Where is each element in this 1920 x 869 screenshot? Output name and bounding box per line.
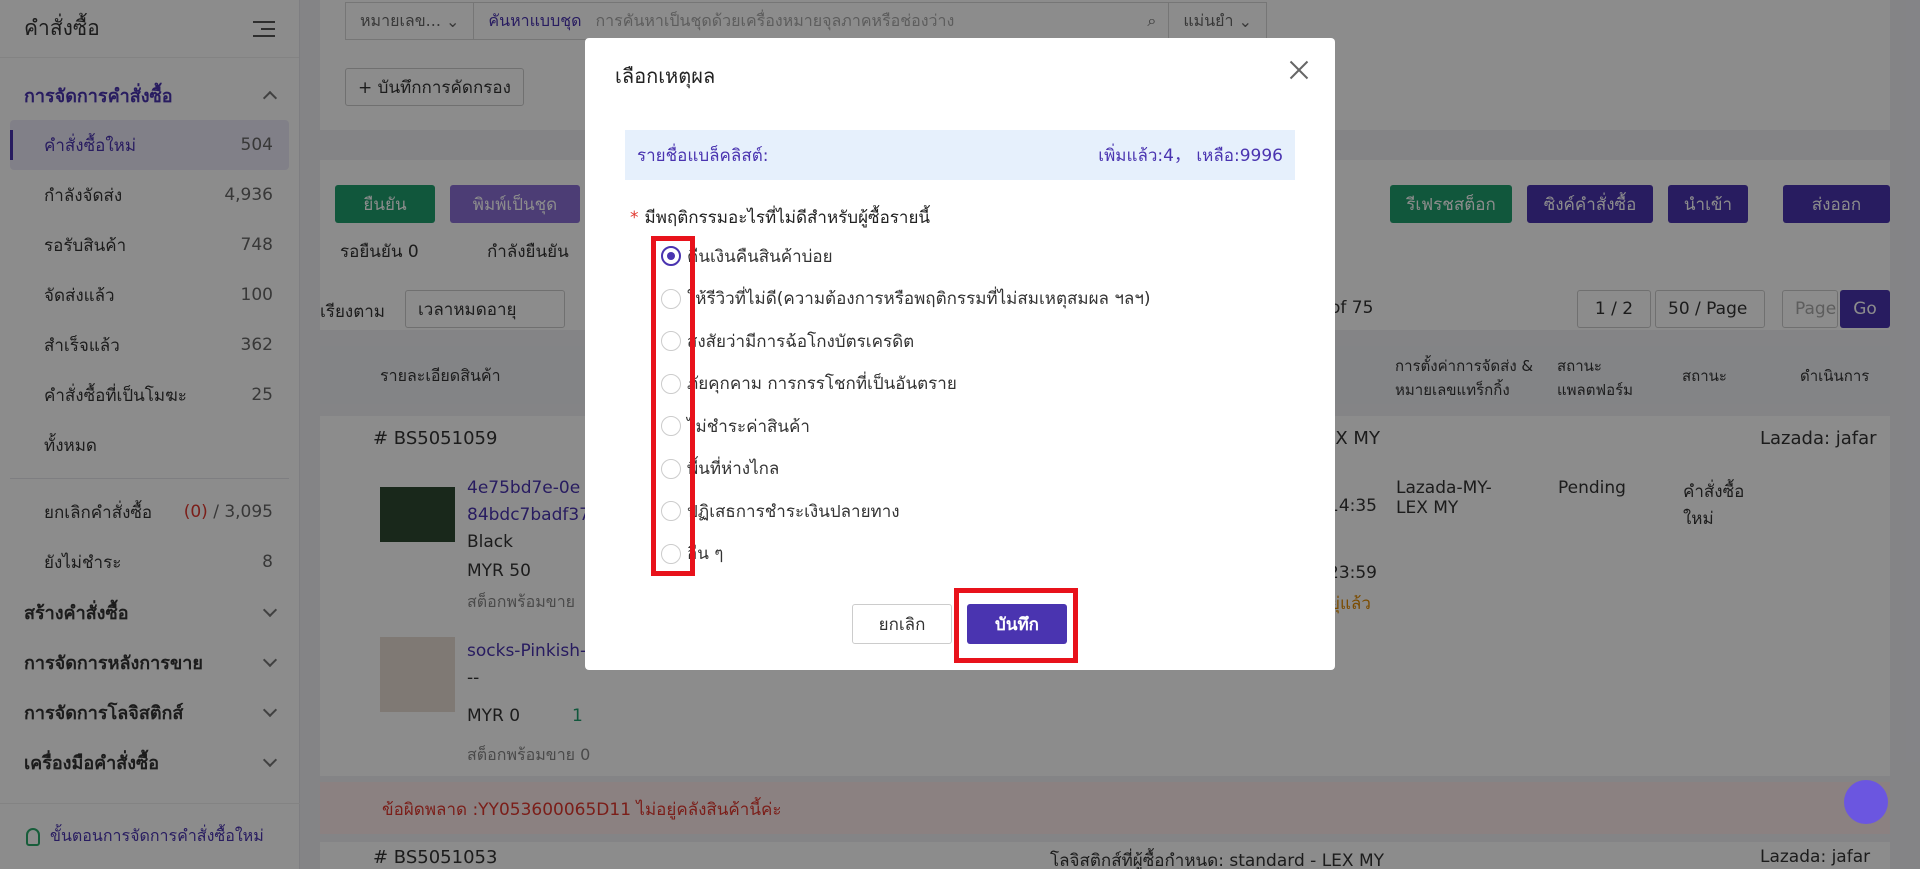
blacklist-label: รายชื่อแบล็คลิสต์: <box>637 145 769 166</box>
reason-option-non-payment[interactable]: ไม่ชำระค่าสินค้า <box>661 405 1151 448</box>
option-label: คืนเงินคืนสินค้าบ่อย <box>687 246 833 267</box>
dialog-title: เลือกเหตุผล <box>615 64 716 88</box>
cancel-button[interactable]: ยกเลิก <box>852 604 952 644</box>
reason-dialog: เลือกเหตุผล รายชื่อแบล็คลิสต์: เพิ่มแล้ว… <box>585 38 1335 670</box>
save-highlight-box <box>954 588 1078 663</box>
reason-options: คืนเงินคืนสินค้าบ่อย ให้รีวิวที่ไม่ดี(คว… <box>661 235 1151 575</box>
reason-option-cod-refusal[interactable]: ปฏิเสธการชำระเงินปลายทาง <box>661 490 1151 533</box>
option-label: ภัยคุกคาม การกรรโชกที่เป็นอันตราย <box>687 374 957 395</box>
question-label: * มีพฤติกรรมอะไรที่ไม่ดีสำหรับผู้ซื้อรายน… <box>630 204 930 231</box>
reason-option-bad-review[interactable]: ให้รีวิวที่ไม่ดี(ความต้องการหรือพฤติกรรม… <box>661 278 1151 321</box>
option-label: ให้รีวิวที่ไม่ดี(ความต้องการหรือพฤติกรรม… <box>687 289 1151 310</box>
option-label: สงสัยว่ามีการฉ้อโกงบัตรเครดิต <box>687 331 915 352</box>
blacklist-info: รายชื่อแบล็คลิสต์: เพิ่มแล้ว:4， เหลือ:99… <box>625 130 1295 180</box>
reason-option-other[interactable]: อื่น ๆ <box>661 533 1151 576</box>
chat-icon[interactable] <box>1844 780 1888 824</box>
reason-option-frequent-refund[interactable]: คืนเงินคืนสินค้าบ่อย <box>661 235 1151 278</box>
reason-option-remote-area[interactable]: พื้นที่ห่างไกล <box>661 448 1151 491</box>
blacklist-stats: เพิ่มแล้ว:4， เหลือ:9996 <box>1098 146 1283 166</box>
close-icon[interactable] <box>1289 60 1309 80</box>
reason-option-card-fraud[interactable]: สงสัยว่ามีการฉ้อโกงบัตรเครดิต <box>661 320 1151 363</box>
option-label: ปฏิเสธการชำระเงินปลายทาง <box>687 501 900 522</box>
reason-option-threat[interactable]: ภัยคุกคาม การกรรโชกที่เป็นอันตราย <box>661 363 1151 406</box>
question-text: มีพฤติกรรมอะไรที่ไม่ดีสำหรับผู้ซื้อรายนี… <box>644 208 931 228</box>
option-label: ไม่ชำระค่าสินค้า <box>687 416 810 437</box>
option-label: พื้นที่ห่างไกล <box>687 459 780 480</box>
required-marker: * <box>630 208 639 228</box>
radio-highlight-box <box>651 236 695 576</box>
